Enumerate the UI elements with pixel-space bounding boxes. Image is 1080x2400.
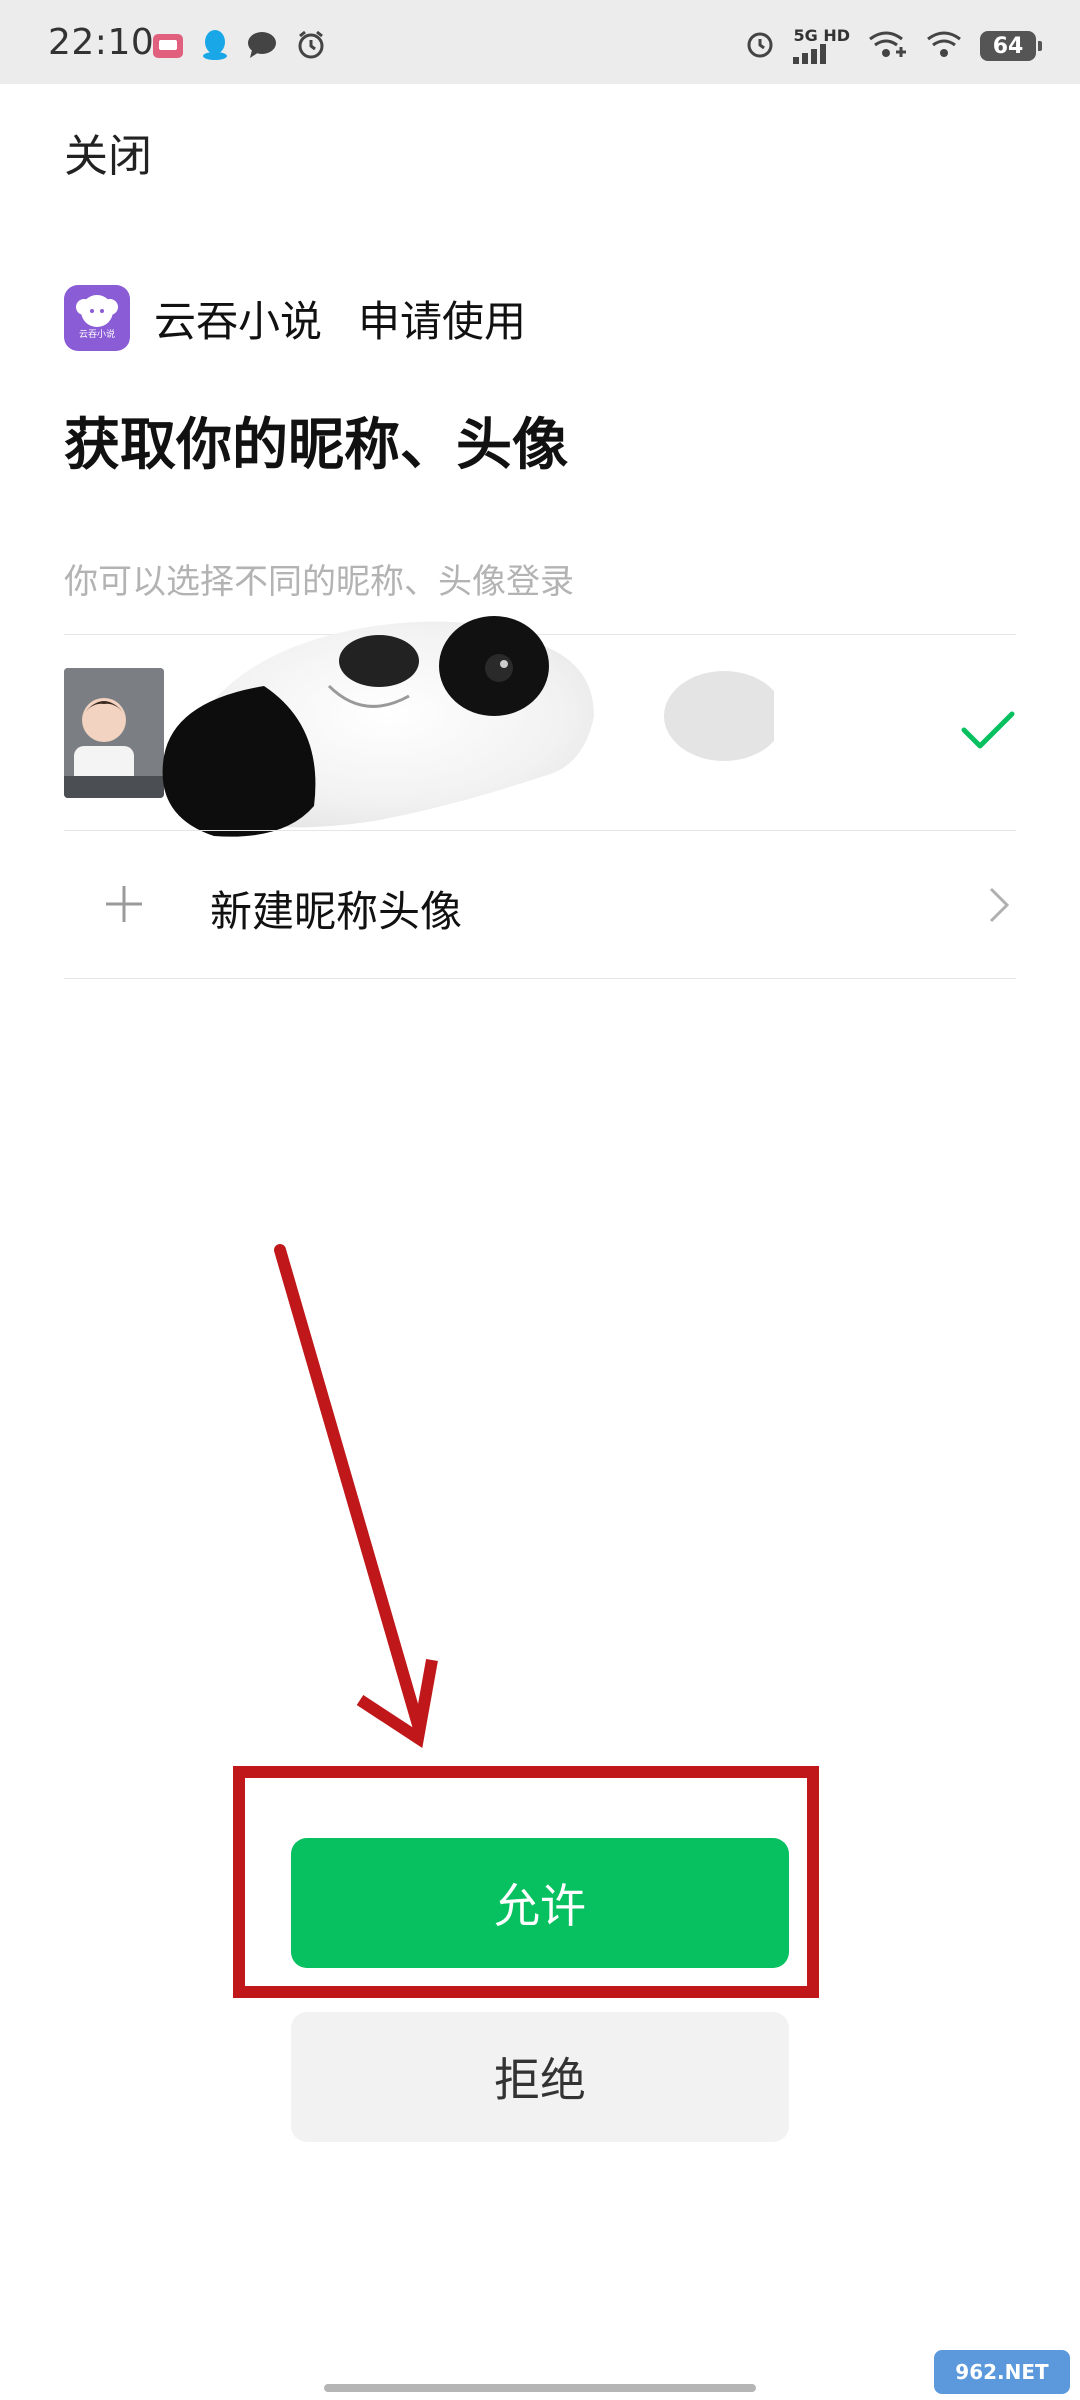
qq-icon [202,29,228,65]
home-indicator[interactable] [324,2384,756,2392]
annotation-highlight-box [233,1766,819,1998]
alarm-icon [296,30,326,64]
divider [64,978,1016,979]
close-button[interactable]: 关闭 [64,120,152,184]
plus-icon [106,886,142,922]
request-text: 申请使用 [358,296,527,346]
check-icon [961,711,1015,749]
screen: 22:10 5G HD 64 关闭 云吞小说 云吞小说 申请使用 获取你的昵称、… [0,0,1080,2400]
app-logo-text: 云吞小说 [78,329,115,340]
wifi-plus-icon [868,29,908,63]
divider [64,830,1016,831]
page-subtitle: 你可以选择不同的昵称、头像登录 [64,562,574,602]
battery-icon: 64 [980,31,1042,61]
watermark-logo: 962.NET [934,2350,1070,2394]
app-name: 云吞小说 [154,296,323,346]
signal-icon: 5G HD [793,28,850,64]
new-profile-label: 新建昵称头像 [210,887,463,936]
wifi-icon [926,29,962,63]
status-left-icons [152,30,326,64]
deny-button[interactable]: 拒绝 [291,2012,789,2142]
bilibili-icon [152,30,184,64]
app-logo: 云吞小说 [64,285,130,351]
chevron-right-icon [989,887,1010,923]
app-info: 云吞小说 云吞小说 申请使用 [64,284,526,352]
new-profile-option[interactable]: 新建昵称头像 [64,832,1016,978]
alarm-icon [745,29,775,63]
status-right-icons: 5G HD 64 [745,26,1042,66]
message-icon [246,30,278,64]
status-time: 22:10 [48,22,155,63]
profile-option-current[interactable] [64,616,1016,837]
network-type-label: 5G HD [793,26,850,45]
page-title: 获取你的昵称、头像 [64,413,568,478]
status-bar: 22:10 5G HD 64 [0,0,1080,84]
panda-sticker-overlay [162,616,774,837]
